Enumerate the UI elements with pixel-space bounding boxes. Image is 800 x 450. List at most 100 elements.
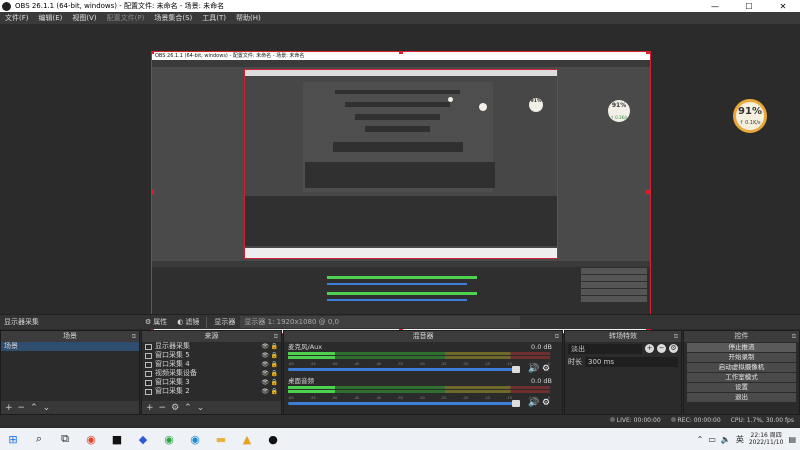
- menu-tools[interactable]: 工具(T): [197, 13, 231, 23]
- preview-area: OBS 26.1.1 (64-bit, windows) - 配置文件: 未命名…: [0, 24, 800, 334]
- remove-transition-button[interactable]: −: [657, 344, 666, 353]
- lock-icon[interactable]: 🔒: [271, 369, 278, 378]
- studio-mode-button[interactable]: 工作室模式: [687, 373, 796, 382]
- resize-handle[interactable]: [399, 52, 403, 54]
- maximize-button[interactable]: ☐: [732, 2, 766, 11]
- lock-icon[interactable]: 🔒: [271, 360, 278, 369]
- dock-pin-icon[interactable]: ⧉: [674, 331, 678, 342]
- source-item[interactable]: 窗口采集 3 👁 🔒: [142, 378, 281, 387]
- volume-slider[interactable]: [288, 402, 516, 405]
- remove-scene-button[interactable]: −: [18, 403, 26, 413]
- window-icon: [145, 379, 152, 386]
- nested-taskbar: [245, 248, 557, 258]
- source-item[interactable]: 视频采集设备 👁 🔒: [142, 369, 281, 378]
- live-status: LIVE: 00:00:00: [609, 417, 661, 424]
- speaker-icon[interactable]: 🔊: [528, 364, 539, 374]
- eye-icon[interactable]: 👁: [261, 378, 269, 387]
- transition-type-row: 淡出 + − ⚙: [565, 342, 681, 355]
- add-scene-button[interactable]: +: [5, 403, 13, 413]
- dock-pin-icon[interactable]: ⧉: [792, 331, 796, 342]
- network-icon[interactable]: ▭: [708, 435, 716, 444]
- duration-input[interactable]: 300 ms: [585, 356, 678, 367]
- gear-icon[interactable]: ⚙: [542, 364, 550, 374]
- tick-label: -15: [484, 396, 491, 400]
- eye-icon[interactable]: 👁: [261, 360, 269, 369]
- lock-icon[interactable]: 🔒: [271, 351, 278, 360]
- resize-handle[interactable]: [152, 190, 154, 194]
- eye-icon[interactable]: 👁: [261, 387, 269, 396]
- volume-slider-knob[interactable]: [512, 400, 520, 407]
- eye-icon[interactable]: 👁: [261, 351, 269, 360]
- dock-pin-icon[interactable]: ⧉: [132, 331, 136, 342]
- start-virtual-camera-button[interactable]: 启动虚拟摄像机: [687, 363, 796, 372]
- notification-icon[interactable]: ▤: [788, 435, 796, 444]
- search-icon[interactable]: ⌕: [26, 428, 52, 450]
- tick-label: -50: [331, 396, 338, 400]
- gear-icon[interactable]: ⚙: [542, 398, 550, 408]
- menu-edit[interactable]: 编辑(E): [34, 13, 68, 23]
- lock-icon[interactable]: 🔒: [271, 387, 278, 396]
- file-explorer-icon[interactable]: ▬: [208, 428, 234, 450]
- app-icon[interactable]: ◉: [156, 428, 182, 450]
- transition-gear-icon[interactable]: ⚙: [669, 344, 678, 353]
- exit-button[interactable]: 退出: [687, 393, 796, 402]
- task-view-icon[interactable]: ⧉: [52, 428, 78, 450]
- dock-pin-icon[interactable]: ⧉: [555, 331, 559, 342]
- display-select[interactable]: 显示器 1: 1920x1080 @ 0,0: [240, 316, 521, 328]
- source-properties-gear-icon[interactable]: ⚙: [171, 403, 179, 413]
- source-item[interactable]: 窗口采集 4 👁 🔒: [142, 360, 281, 369]
- scenes-dock: 场景 ⧉ 场景 + − ⌃ ⌄: [0, 330, 140, 415]
- edge-icon[interactable]: ◉: [182, 428, 208, 450]
- preview-canvas[interactable]: OBS 26.1.1 (64-bit, windows) - 配置文件: 未命名…: [151, 51, 651, 334]
- properties-button[interactable]: ⚙ 属性: [140, 317, 172, 327]
- obs-icon[interactable]: ●: [260, 428, 286, 450]
- clock[interactable]: 22:16 周四 2022/11/10: [749, 432, 784, 446]
- menu-scene-collection[interactable]: 场景集合(S): [149, 13, 197, 23]
- menu-profile[interactable]: 配置文件(P): [102, 13, 150, 23]
- move-down-button[interactable]: ⌄: [197, 403, 205, 413]
- app-icon[interactable]: ■: [104, 428, 130, 450]
- resize-handle[interactable]: [152, 52, 154, 54]
- windows-start-icon[interactable]: ⊞: [0, 428, 26, 450]
- app-icon[interactable]: ◆: [130, 428, 156, 450]
- app-icon[interactable]: ▲: [234, 428, 260, 450]
- system-tray: ⌃ ▭ 🔈 英 22:16 周四 2022/11/10 ▤: [697, 432, 800, 446]
- remove-source-button[interactable]: −: [159, 403, 167, 413]
- filters-button[interactable]: ◐ 滤镜: [172, 317, 204, 327]
- volume-icon[interactable]: 🔈: [721, 435, 731, 444]
- scene-item[interactable]: 场景: [1, 342, 139, 351]
- move-down-button[interactable]: ⌄: [43, 403, 51, 413]
- source-item[interactable]: 窗口采集 2 👁 🔒: [142, 387, 281, 396]
- chevron-up-icon[interactable]: ⌃: [697, 435, 704, 444]
- close-button[interactable]: ✕: [766, 2, 800, 11]
- source-item[interactable]: 窗口采集 5 👁 🔒: [142, 351, 281, 360]
- volume-slider[interactable]: [288, 368, 516, 371]
- volume-slider-knob[interactable]: [512, 366, 520, 373]
- stop-streaming-button[interactable]: 停止推流: [687, 343, 796, 352]
- move-up-button[interactable]: ⌃: [30, 403, 38, 413]
- lock-icon[interactable]: 🔒: [271, 342, 278, 351]
- minimize-button[interactable]: —: [698, 2, 732, 11]
- chrome-icon[interactable]: ◉: [78, 428, 104, 450]
- add-source-button[interactable]: +: [146, 403, 154, 413]
- eye-icon[interactable]: 👁: [261, 369, 269, 378]
- eye-icon[interactable]: 👁: [261, 342, 269, 351]
- menu-view[interactable]: 视图(V): [67, 13, 101, 23]
- add-transition-button[interactable]: +: [645, 344, 654, 353]
- transition-select[interactable]: 淡出: [568, 343, 642, 354]
- speaker-icon[interactable]: 🔊: [528, 398, 539, 408]
- menu-help[interactable]: 帮助(H): [231, 13, 266, 23]
- resize-handle[interactable]: [646, 52, 650, 54]
- channel-db: 0.0 dB: [531, 343, 552, 351]
- input-method[interactable]: 英: [736, 434, 744, 445]
- source-name: 窗口采集 2: [155, 387, 190, 395]
- menu-file[interactable]: 文件(F): [0, 13, 34, 23]
- resize-handle[interactable]: [646, 190, 650, 194]
- move-up-button[interactable]: ⌃: [184, 403, 192, 413]
- lock-icon[interactable]: 🔒: [271, 378, 278, 387]
- source-item[interactable]: 显示器采集 👁 🔒: [142, 342, 281, 351]
- start-recording-button[interactable]: 开始录制: [687, 353, 796, 362]
- dock-pin-icon[interactable]: ⧉: [274, 331, 278, 342]
- settings-button[interactable]: 设置: [687, 383, 796, 392]
- channel-name: 桌面音频: [288, 377, 314, 385]
